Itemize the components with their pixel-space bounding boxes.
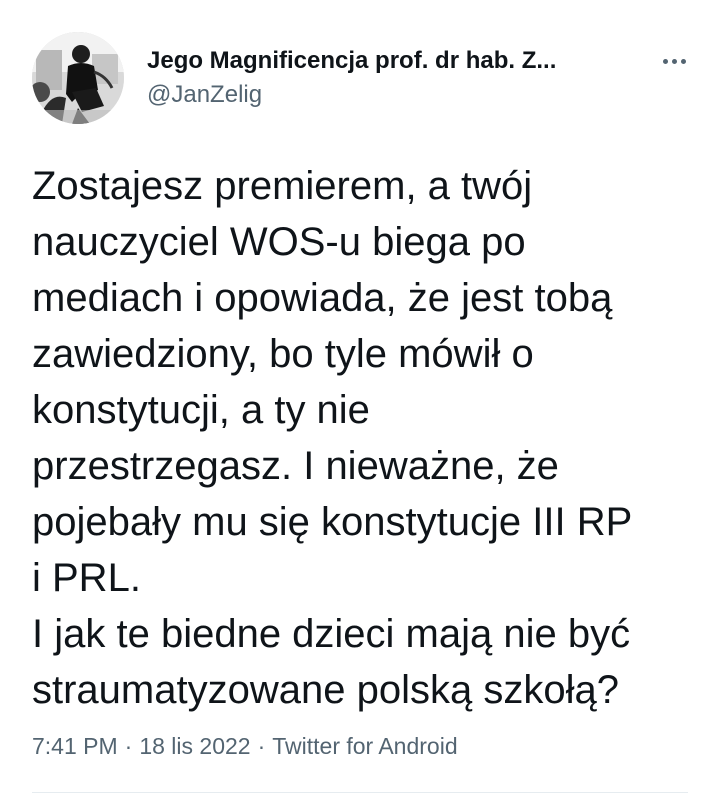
tweet-date[interactable]: 18 lis 2022 — [139, 733, 250, 759]
tweet-text-line: I jak te biedne dzieci mają nie być — [32, 612, 631, 656]
tweet-card: Jego Magnificencja prof. dr hab. Z... @J… — [0, 0, 720, 803]
ellipsis-icon — [680, 58, 686, 64]
tweet-metadata: 7:41 PM · 18 lis 2022 · Twitter for Android — [32, 731, 458, 761]
author-handle[interactable]: @JanZelig — [147, 80, 627, 110]
tweet-text-line: i PRL. — [32, 556, 141, 600]
more-options-button[interactable] — [654, 46, 694, 76]
tweet-text-line: konstytucji, a ty nie — [32, 388, 370, 432]
tweet-time[interactable]: 7:41 PM — [32, 733, 118, 759]
author-display-name[interactable]: Jego Magnificencja prof. dr hab. Z... — [147, 46, 627, 76]
tweet-text-line: przestrzegasz. I nieważne, że — [32, 444, 559, 488]
tweet-text-line: mediach i opowiada, że jest tobą — [32, 276, 613, 320]
avatar[interactable] — [32, 32, 124, 124]
tweet-text: Zostajesz premierem, a twój nauczyciel W… — [32, 158, 702, 718]
divider — [32, 792, 688, 793]
tweet-header: Jego Magnificencja prof. dr hab. Z... @J… — [32, 32, 692, 128]
ellipsis-icon — [662, 58, 668, 64]
meta-separator: · — [257, 733, 266, 759]
tweet-text-line: pojebały mu się konstytucje III RP — [32, 500, 633, 544]
ellipsis-icon — [671, 58, 677, 64]
tweet-text-line: Zostajesz premierem, a twój — [32, 164, 533, 208]
tweet-source[interactable]: Twitter for Android — [272, 733, 457, 759]
tweet-text-line: zawiedziony, bo tyle mówił o — [32, 332, 534, 376]
meta-separator: · — [124, 733, 133, 759]
tweet-text-line: straumatyzowane polską szkołą? — [32, 668, 619, 712]
avatar-photo-icon — [32, 32, 124, 124]
tweet-text-line: nauczyciel WOS-u biega po — [32, 220, 526, 264]
author-names: Jego Magnificencja prof. dr hab. Z... @J… — [147, 46, 627, 110]
